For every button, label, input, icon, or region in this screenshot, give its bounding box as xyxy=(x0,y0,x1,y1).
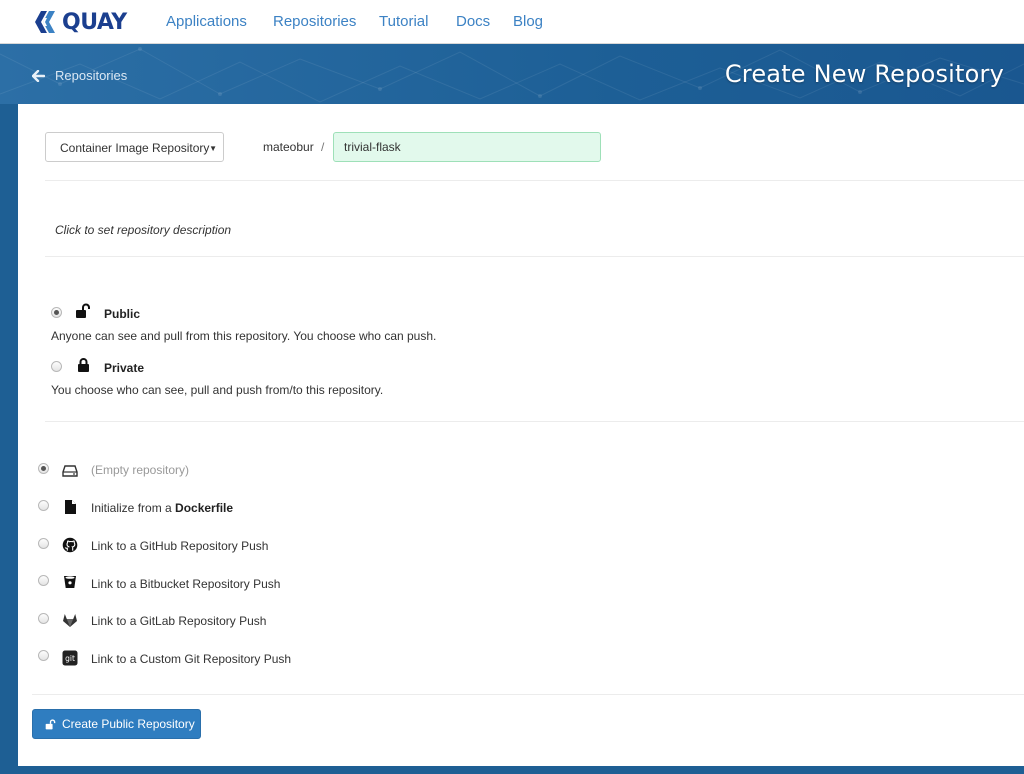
visibility-public-label: Public xyxy=(104,307,141,321)
visibility-public-radio[interactable] xyxy=(51,307,62,318)
github-icon xyxy=(62,537,78,553)
init-gitlab-label: Link to a GitLab Repository Push xyxy=(91,614,267,628)
visibility-private-label: Private xyxy=(104,361,145,375)
drive-icon xyxy=(62,465,78,477)
create-repository-button[interactable]: Create Public Repository xyxy=(32,709,201,739)
visibility-public-description: Anyone can see and pull from this reposi… xyxy=(51,329,437,343)
create-repository-form: Container Image Repository ▼ mateobur / … xyxy=(18,104,1024,766)
unlock-icon xyxy=(45,718,56,729)
top-navbar: QUAY Applications Repositories Tutorial … xyxy=(0,0,1024,44)
svg-text:git: git xyxy=(65,654,75,663)
init-empty-radio[interactable] xyxy=(38,463,49,474)
bitbucket-icon xyxy=(64,576,76,588)
init-custom-git-label: Link to a Custom Git Repository Push xyxy=(91,652,292,666)
git-icon: git xyxy=(62,650,78,666)
file-icon xyxy=(65,500,76,514)
init-github-label: Link to a GitHub Repository Push xyxy=(91,539,269,553)
visibility-private-description: You choose who can see, pull and push fr… xyxy=(51,383,384,397)
init-empty-label: (Empty repository) xyxy=(91,463,190,477)
visibility-private-radio[interactable] xyxy=(51,361,62,372)
divider xyxy=(45,421,1024,422)
init-dockerfile-bold: Dockerfile xyxy=(175,501,234,515)
nav-tutorial[interactable]: Tutorial xyxy=(379,13,428,30)
init-github-radio[interactable] xyxy=(38,538,49,549)
nav-repositories[interactable]: Repositories xyxy=(273,13,356,30)
init-bitbucket-label: Link to a Bitbucket Repository Push xyxy=(91,577,281,591)
namespace-separator: / xyxy=(321,140,325,154)
arrow-left-icon xyxy=(32,69,45,82)
divider xyxy=(45,256,1024,257)
create-repository-label: Create Public Repository xyxy=(62,717,195,731)
brand-name: QUAY xyxy=(62,9,127,35)
init-dockerfile-prefix: Initialize from a xyxy=(91,501,176,515)
init-gitlab-radio[interactable] xyxy=(38,613,49,624)
lock-icon xyxy=(78,358,89,372)
gitlab-icon xyxy=(63,614,77,627)
repo-kind-select[interactable]: Container Image Repository ▼ xyxy=(45,132,224,162)
quay-logo-icon xyxy=(35,11,55,33)
repository-description-editor[interactable]: Click to set repository description xyxy=(55,223,231,237)
init-dockerfile-radio[interactable] xyxy=(38,500,49,511)
repository-name-input[interactable] xyxy=(333,132,601,162)
page-title: Create New Repository xyxy=(724,60,1004,88)
unlock-icon xyxy=(76,303,90,318)
back-to-repositories[interactable]: Repositories xyxy=(32,68,127,83)
namespace-label: mateobur xyxy=(263,140,314,154)
nav-applications[interactable]: Applications xyxy=(166,13,247,30)
init-dockerfile-label: Initialize from a Dockerfile xyxy=(91,501,233,515)
nav-blog[interactable]: Blog xyxy=(513,13,543,30)
back-label: Repositories xyxy=(55,68,128,83)
page-header-banner: Repositories Create New Repository xyxy=(0,44,1024,104)
caret-down-icon: ▼ xyxy=(209,144,217,153)
init-custom-git-radio[interactable] xyxy=(38,650,49,661)
init-bitbucket-radio[interactable] xyxy=(38,575,49,586)
divider xyxy=(45,180,1024,181)
quay-logo[interactable]: QUAY xyxy=(32,9,127,35)
divider xyxy=(32,694,1024,695)
repo-kind-value: Container Image Repository xyxy=(60,141,210,155)
nav-docs[interactable]: Docs xyxy=(456,13,490,30)
